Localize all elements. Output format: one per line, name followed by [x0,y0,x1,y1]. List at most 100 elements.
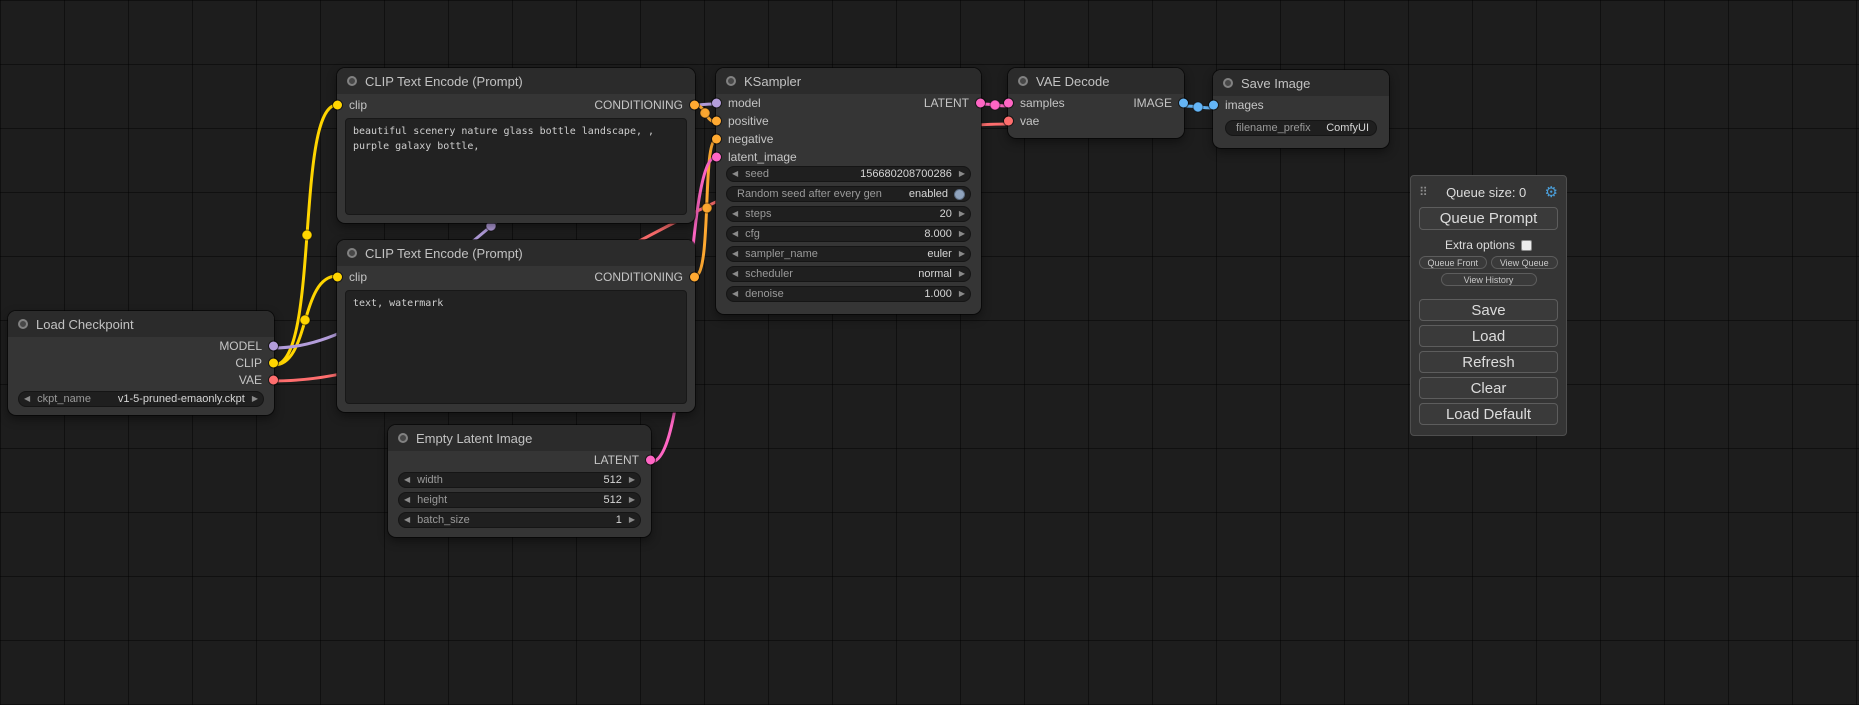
refresh-button[interactable]: Refresh [1419,351,1558,373]
node-ksampler[interactable]: KSampler model LATENT positive negative … [716,68,981,314]
save-button[interactable]: Save [1419,299,1558,321]
batch-size-widget[interactable]: ◀ batch_size 1 ▶ [398,512,641,528]
node-clip-text-encode-negative[interactable]: CLIP Text Encode (Prompt) clip CONDITION… [337,240,695,412]
cfg-widget[interactable]: ◀ cfg 8.000 ▶ [726,226,971,242]
ckpt-name-widget[interactable]: ◀ ckpt_name v1-5-pruned-emaonly.ckpt ▶ [18,391,264,407]
node-title-bar[interactable]: Empty Latent Image [388,425,651,451]
node-title-label: Load Checkpoint [36,317,134,332]
extra-options-label: Extra options [1445,238,1515,252]
node-title-bar[interactable]: KSampler [716,68,981,94]
positive-input-port[interactable] [712,117,721,126]
increment-arrow-icon[interactable]: ▶ [629,516,635,524]
node-title-bar[interactable]: CLIP Text Encode (Prompt) [337,68,695,94]
collapse-dot-icon[interactable] [347,248,357,258]
node-save-image[interactable]: Save Image images filename_prefix ComfyU… [1213,70,1389,148]
increment-arrow-icon[interactable]: ▶ [959,290,965,298]
collapse-dot-icon[interactable] [1018,76,1028,86]
port-label: latent_image [728,150,797,164]
collapse-dot-icon[interactable] [1223,78,1233,88]
increment-arrow-icon[interactable]: ▶ [959,210,965,218]
node-title-label: VAE Decode [1036,74,1109,89]
decrement-arrow-icon[interactable]: ◀ [404,516,410,524]
random-seed-widget[interactable]: Random seed after every gen enabled [726,186,971,202]
queue-prompt-button[interactable]: Queue Prompt [1419,207,1558,230]
decrement-arrow-icon[interactable]: ◀ [732,210,738,218]
node-load-checkpoint[interactable]: Load Checkpoint MODEL CLIP VAE ◀ ckpt_na… [8,311,274,415]
node-title-bar[interactable]: Save Image [1213,70,1389,96]
image-output-port[interactable] [1179,99,1188,108]
node-title-bar[interactable]: Load Checkpoint [8,311,274,337]
latent-output-port[interactable] [976,99,985,108]
view-history-button[interactable]: View History [1441,273,1537,286]
collapse-dot-icon[interactable] [398,433,408,443]
decrement-arrow-icon[interactable]: ◀ [404,496,410,504]
prev-arrow-icon[interactable]: ◀ [732,270,738,278]
images-input-port[interactable] [1209,101,1218,110]
widget-label: ckpt_name [37,393,91,405]
widget-value: euler [927,248,951,260]
clip-output-port[interactable] [269,358,278,367]
node-title-label: KSampler [744,74,801,89]
conditioning-output-port[interactable] [690,101,699,110]
collapse-dot-icon[interactable] [18,319,28,329]
load-button[interactable]: Load [1419,325,1558,347]
latent-image-input-port[interactable] [712,153,721,162]
node-empty-latent-image[interactable]: Empty Latent Image LATENT ◀ width 512 ▶ … [388,425,651,537]
port-row-samples-image: samples IMAGE [1008,94,1184,112]
increment-arrow-icon[interactable]: ▶ [629,476,635,484]
next-arrow-icon[interactable]: ▶ [959,270,965,278]
negative-input-port[interactable] [712,135,721,144]
prev-arrow-icon[interactable]: ◀ [24,395,30,403]
collapse-dot-icon[interactable] [726,76,736,86]
model-output-port[interactable] [269,341,278,350]
height-widget[interactable]: ◀ height 512 ▶ [398,492,641,508]
denoise-widget[interactable]: ◀ denoise 1.000 ▶ [726,286,971,302]
increment-arrow-icon[interactable]: ▶ [629,496,635,504]
samples-input-port[interactable] [1004,99,1013,108]
increment-arrow-icon[interactable]: ▶ [959,170,965,178]
extra-options-checkbox[interactable] [1521,240,1532,251]
increment-arrow-icon[interactable]: ▶ [959,230,965,238]
clip-input-port[interactable] [333,101,342,110]
clip-input-port[interactable] [333,273,342,282]
decrement-arrow-icon[interactable]: ◀ [732,230,738,238]
steps-widget[interactable]: ◀ steps 20 ▶ [726,206,971,222]
width-widget[interactable]: ◀ width 512 ▶ [398,472,641,488]
view-queue-button[interactable]: View Queue [1491,256,1559,269]
decrement-arrow-icon[interactable]: ◀ [732,170,738,178]
scheduler-widget[interactable]: ◀ scheduler normal ▶ [726,266,971,282]
wire-midpoint-dot [1193,102,1203,112]
toggle-dot-icon[interactable] [954,189,965,200]
collapse-dot-icon[interactable] [347,76,357,86]
next-arrow-icon[interactable]: ▶ [252,395,258,403]
decrement-arrow-icon[interactable]: ◀ [732,290,738,298]
load-default-button[interactable]: Load Default [1419,403,1558,425]
port-label: vae [1020,114,1039,128]
vae-output-port[interactable] [269,375,278,384]
filename-prefix-widget[interactable]: filename_prefix ComfyUI [1225,120,1377,136]
clear-button[interactable]: Clear [1419,377,1558,399]
seed-widget[interactable]: ◀ seed 156680208700286 ▶ [726,166,971,182]
sampler-name-widget[interactable]: ◀ sampler_name euler ▶ [726,246,971,262]
node-title-bar[interactable]: VAE Decode [1008,68,1184,94]
widget-value: 512 [603,494,621,506]
queue-front-button[interactable]: Queue Front [1419,256,1487,269]
prev-arrow-icon[interactable]: ◀ [732,250,738,258]
latent-output-port[interactable] [646,456,655,465]
positive-prompt-textarea[interactable]: beautiful scenery nature glass bottle la… [345,118,687,215]
next-arrow-icon[interactable]: ▶ [959,250,965,258]
drag-handle-icon[interactable]: ⠿ [1419,185,1428,199]
menu-header: ⠿ Queue size: 0 ⚙ [1419,182,1558,202]
node-title-bar[interactable]: CLIP Text Encode (Prompt) [337,240,695,266]
node-clip-text-encode-positive[interactable]: CLIP Text Encode (Prompt) clip CONDITION… [337,68,695,223]
widget-value: 156680208700286 [860,168,952,180]
node-vae-decode[interactable]: VAE Decode samples IMAGE vae [1008,68,1184,138]
conditioning-output-port[interactable] [690,273,699,282]
decrement-arrow-icon[interactable]: ◀ [404,476,410,484]
settings-gear-icon[interactable]: ⚙ [1545,185,1558,200]
port-row-model-latent: model LATENT [716,94,981,112]
model-input-port[interactable] [712,99,721,108]
negative-prompt-textarea[interactable]: text, watermark [345,290,687,404]
node-graph-canvas[interactable]: Load Checkpoint MODEL CLIP VAE ◀ ckpt_na… [0,0,1859,705]
vae-input-port[interactable] [1004,117,1013,126]
